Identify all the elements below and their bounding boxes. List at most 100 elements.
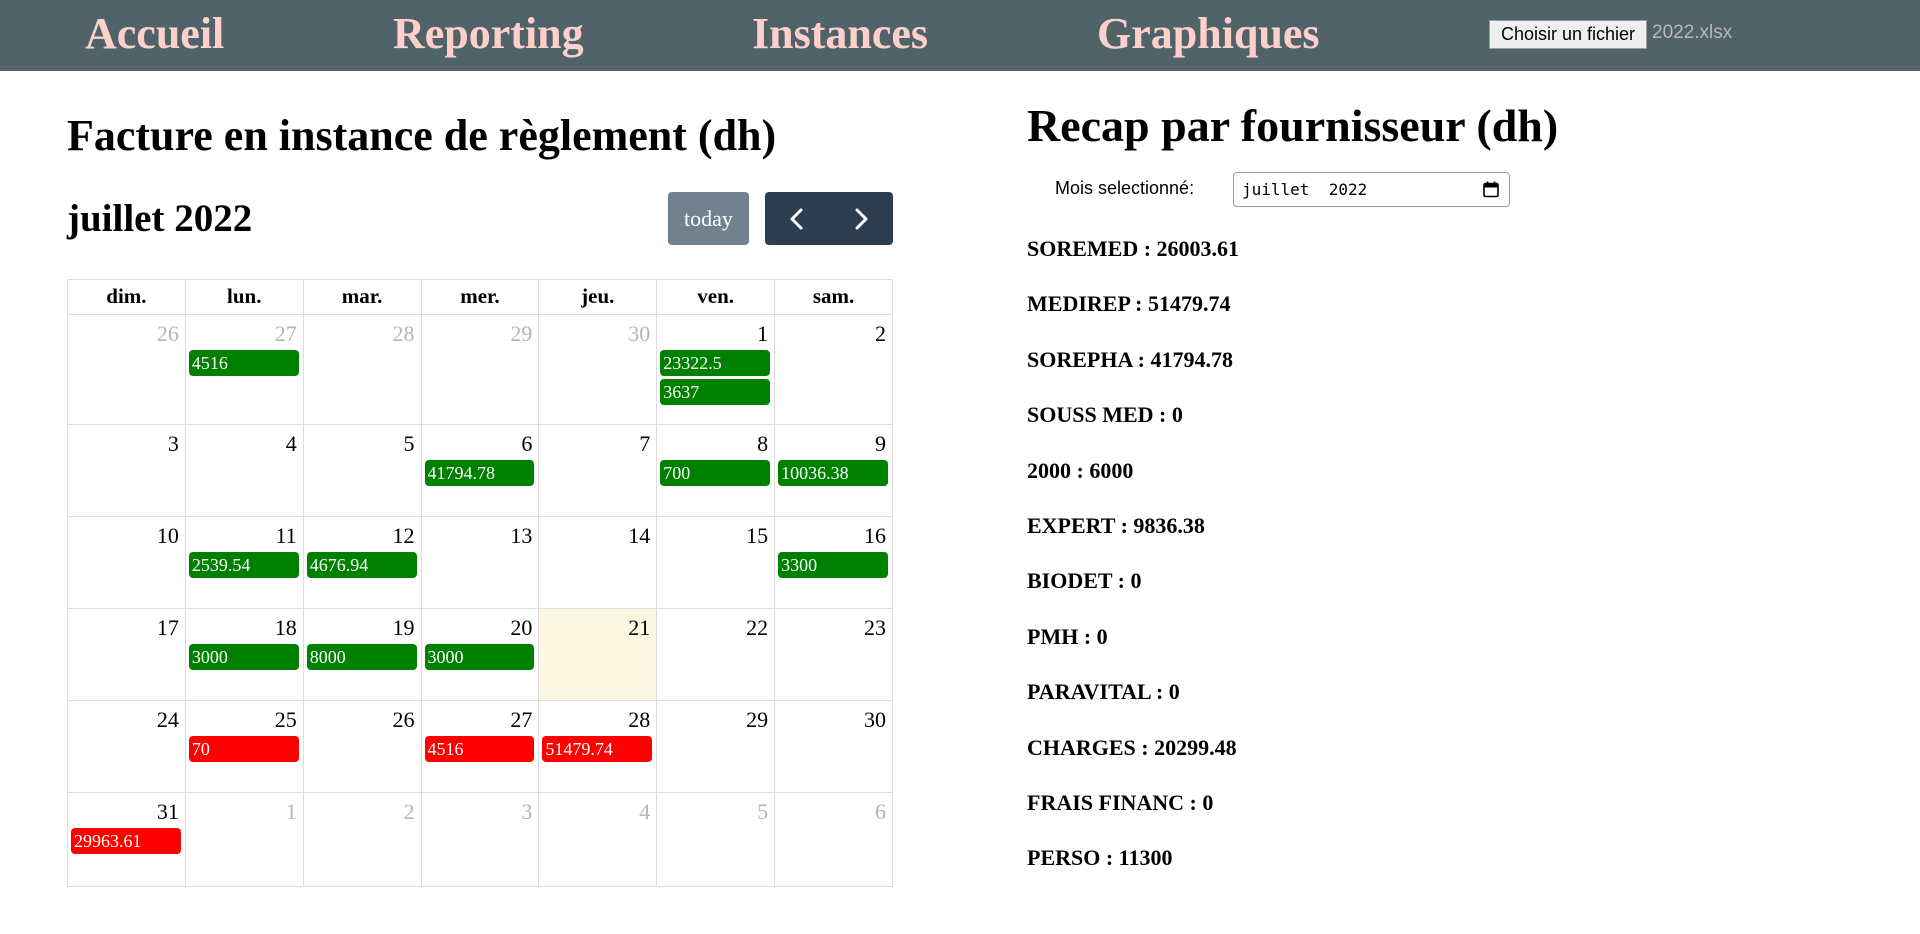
calendar-day-cell[interactable]: 29 xyxy=(420,314,540,425)
file-choose-button[interactable]: Choisir un fichier xyxy=(1489,20,1648,49)
invoice-event[interactable]: 2539.54 xyxy=(188,552,299,578)
calendar-day-cell[interactable]: 6 41794.78 xyxy=(420,424,540,517)
invoice-event[interactable]: 23322.5 xyxy=(660,350,771,376)
day-number: 10 xyxy=(156,523,179,548)
calendar-day-cell[interactable]: 1 xyxy=(184,792,304,887)
day-number: 21 xyxy=(628,615,651,640)
calendar-day-cell[interactable]: 4 xyxy=(184,424,304,517)
day-number: 2 xyxy=(403,799,415,824)
invoice-event[interactable]: 41794.78 xyxy=(424,460,535,486)
supplier-total: PERSO : 11300 xyxy=(1027,845,1173,871)
day-number: 27 xyxy=(274,321,297,346)
calendar-day-cell[interactable]: 28 51479.74 xyxy=(538,700,658,793)
supplier-total: BIODET : 0 xyxy=(1027,568,1142,594)
nav-link-reporting[interactable]: Reporting xyxy=(393,6,584,62)
next-month-button[interactable] xyxy=(829,192,893,245)
invoice-event[interactable]: 3300 xyxy=(778,552,888,578)
calendar-day-cell[interactable]: 20 3000 xyxy=(420,608,540,701)
nav-link-accueil[interactable]: Accueil xyxy=(85,6,224,62)
invoice-event[interactable]: 3637 xyxy=(660,379,771,405)
calendar-day-cell[interactable]: 16 3300 xyxy=(774,516,893,609)
invoice-event[interactable]: 700 xyxy=(660,460,771,486)
day-number: 27 xyxy=(510,707,533,732)
calendar-day-cell[interactable]: 17 xyxy=(67,608,186,701)
nav-link-instances[interactable]: Instances xyxy=(752,6,928,62)
calendar-day-cell[interactable]: 6 xyxy=(774,792,893,887)
day-number: 23 xyxy=(864,615,886,640)
calendar-day-cell[interactable]: 15 xyxy=(656,516,776,609)
invoice-event[interactable]: 29963.61 xyxy=(71,828,181,854)
month-picker-input[interactable]: juillet 2022 xyxy=(1233,172,1510,207)
calendar-day-cell[interactable]: 30 xyxy=(538,314,658,425)
chevron-left-icon xyxy=(790,208,803,230)
calendar-day-cell[interactable]: 5 xyxy=(656,792,776,887)
calendar-day-cell[interactable]: 1 23322.5 3637 xyxy=(656,314,776,425)
invoice-event[interactable]: 4516 xyxy=(424,736,535,762)
calendar-day-cell[interactable]: 12 4676.94 xyxy=(302,516,422,609)
calendar-day-cell[interactable]: 27 4516 xyxy=(184,314,304,425)
calendar-day-cell[interactable]: 5 xyxy=(302,424,422,517)
supplier-total: PMH : 0 xyxy=(1027,623,1108,649)
day-number: 2 xyxy=(875,321,886,346)
calendar-week-row: 3 4 5 6 41794.78 7 8 700 9 10036.38 xyxy=(67,424,893,517)
calendar-day-cell[interactable]: 27 4516 xyxy=(420,700,540,793)
prev-month-button[interactable] xyxy=(765,192,829,245)
day-number: 18 xyxy=(274,615,297,640)
nav-link-graphiques[interactable]: Graphiques xyxy=(1097,6,1320,62)
calendar-week-row: 31 29963.61 1 2 3 4 5 6 xyxy=(67,792,893,887)
calendar-day-cell[interactable]: 22 xyxy=(656,608,776,701)
invoice-event[interactable]: 51479.74 xyxy=(542,736,653,762)
chevron-right-icon xyxy=(855,208,868,230)
invoice-event[interactable]: 8000 xyxy=(306,644,417,670)
calendar-day-cell[interactable]: 26 xyxy=(302,700,422,793)
calendar-week-row: 17 18 3000 19 8000 20 3000 21 22 23 xyxy=(67,608,893,701)
invoice-event[interactable]: 3000 xyxy=(424,644,535,670)
calendar-day-cell[interactable]: 18 3000 xyxy=(184,608,304,701)
invoice-event[interactable]: 10036.38 xyxy=(778,460,888,486)
calendar-day-cell[interactable]: 14 xyxy=(538,516,658,609)
calendar-day-cell[interactable]: 2 xyxy=(302,792,422,887)
day-number: 22 xyxy=(746,615,769,640)
weekday-header: jeu. xyxy=(538,279,658,315)
supplier-total: SOREPHA : 41794.78 xyxy=(1027,346,1233,372)
calendar-day-cell[interactable]: 2 xyxy=(774,314,893,425)
calendar-day-cell[interactable]: 30 xyxy=(774,700,893,793)
day-number: 4 xyxy=(639,799,651,824)
month-picker-value: juillet 2022 xyxy=(1242,180,1368,199)
calendar-day-cell[interactable]: 8 700 xyxy=(656,424,776,517)
invoice-event[interactable]: 4516 xyxy=(188,350,299,376)
file-name-label: 2022.xlsx xyxy=(1652,22,1733,43)
calendar-day-cell[interactable]: 26 xyxy=(67,314,186,425)
supplier-total: FRAIS FINANC : 0 xyxy=(1027,790,1214,815)
calendar-day-cell[interactable]: 3 xyxy=(67,424,186,517)
calendar-day-cell[interactable]: 10 xyxy=(67,516,186,609)
day-number: 15 xyxy=(746,523,769,548)
calendar-day-cell[interactable]: 23 xyxy=(774,608,893,701)
invoice-event[interactable]: 4676.94 xyxy=(306,552,417,578)
calendar-day-cell[interactable]: 3 xyxy=(420,792,540,887)
calendar-day-cell[interactable]: 7 xyxy=(538,424,658,517)
supplier-total: CHARGES : 20299.48 xyxy=(1027,734,1237,760)
invoice-event[interactable]: 70 xyxy=(188,736,299,762)
calendar-day-cell[interactable]: 4 xyxy=(538,792,658,887)
today-button[interactable]: today xyxy=(668,192,749,245)
calendar-day-cell[interactable]: 28 xyxy=(302,314,422,425)
calendar-icon[interactable] xyxy=(1483,181,1499,198)
calendar-week-row: 26 27 4516 28 29 30 1 23322.5 3637 2 xyxy=(67,314,893,425)
calendar-day-cell[interactable]: 31 29963.61 xyxy=(67,792,186,887)
calendar-day-cell[interactable]: 21 xyxy=(538,608,658,701)
calendar-day-cell[interactable]: 25 70 xyxy=(184,700,304,793)
calendar-day-cell[interactable]: 19 8000 xyxy=(302,608,422,701)
day-number: 26 xyxy=(156,321,179,346)
day-number: 11 xyxy=(275,523,297,548)
mois-label: Mois selectionné: xyxy=(1055,178,1195,198)
calendar-day-cell[interactable]: 13 xyxy=(420,516,540,609)
top-navbar: Accueil Reporting Instances Graphiques C… xyxy=(0,0,1920,71)
calendar-day-cell[interactable]: 11 2539.54 xyxy=(184,516,304,609)
calendar-day-cell[interactable]: 24 xyxy=(67,700,186,793)
calendar-day-cell[interactable]: 9 10036.38 xyxy=(774,424,893,517)
calendar-day-cell[interactable]: 29 xyxy=(656,700,776,793)
calendar-month-label: juillet 2022 xyxy=(67,197,253,240)
invoice-event[interactable]: 3000 xyxy=(188,644,299,670)
weekday-header: lun. xyxy=(184,279,304,315)
